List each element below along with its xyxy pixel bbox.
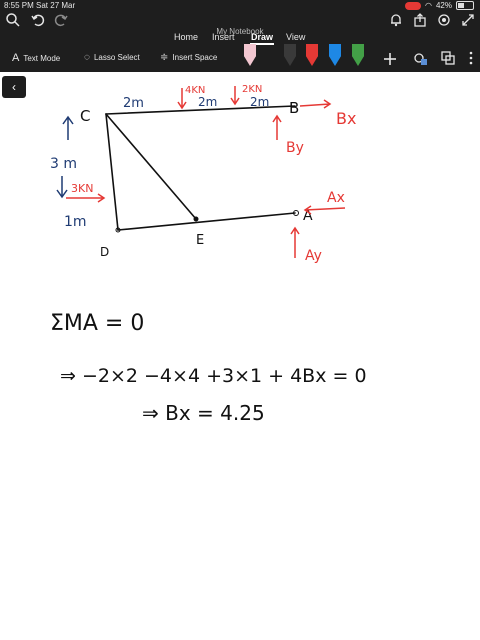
arrow-ay: [290, 226, 300, 258]
arrow-down-3m: [56, 176, 68, 199]
equation-moment-sum: ΣMA = 0: [50, 311, 144, 336]
arrow-2kn: [230, 86, 240, 106]
member-da: [117, 212, 296, 231]
arrow-up-3m: [62, 115, 74, 140]
label-by: By: [286, 140, 304, 156]
label-d: D: [100, 245, 109, 259]
label-1m: 1m: [64, 214, 87, 230]
label-bx: Bx: [336, 109, 356, 128]
joint-e: [193, 216, 199, 222]
label-2m-left: 2m: [123, 96, 144, 111]
equation-bx-result: ⇒ Bx = 4.25: [142, 401, 265, 425]
ink-canvas[interactable]: C B D E A 2m 2m 2m 3 m 1m 4KN 2KN 3KN Bx…: [0, 0, 480, 640]
label-b: B: [289, 99, 299, 117]
label-e: E: [196, 233, 204, 248]
arrow-3kn: [66, 193, 106, 203]
label-3m: 3 m: [50, 156, 77, 172]
label-2m-right: 2m: [250, 95, 269, 109]
member-cd: [105, 113, 119, 231]
label-ax: Ax: [327, 190, 345, 206]
member-ce: [105, 113, 197, 220]
equation-moment-expansion: ⇒ −2×2 −4×4 +3×1 + 4Bx = 0: [60, 365, 367, 387]
arrow-bx: [299, 99, 332, 109]
label-4kn: 4KN: [185, 85, 205, 96]
label-2kn: 2KN: [242, 84, 262, 95]
arrow-by: [272, 114, 282, 140]
label-2m-mid: 2m: [198, 95, 217, 109]
label-3kn: 3KN: [71, 182, 93, 195]
label-c: C: [80, 107, 90, 125]
label-ay: Ay: [305, 248, 322, 264]
